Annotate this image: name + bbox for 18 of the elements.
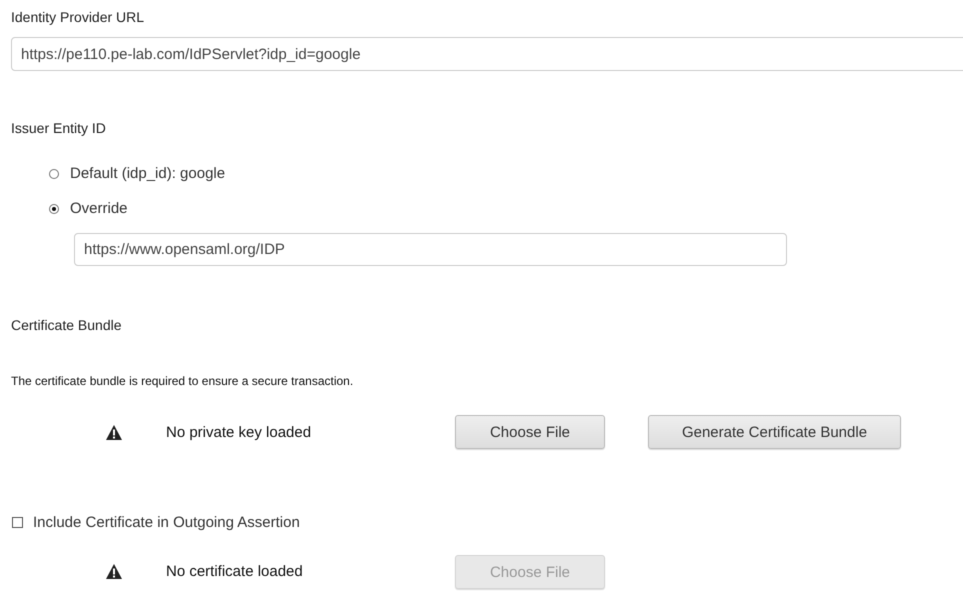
checkbox[interactable] bbox=[12, 516, 23, 528]
warning-icon bbox=[106, 564, 122, 579]
field-label: Issuer Entity ID bbox=[11, 120, 107, 138]
description-text: The certificate bundle is required to ensure a secure transaction. bbox=[11, 374, 354, 388]
warning-icon bbox=[106, 424, 122, 440]
entity-id-input[interactable]: https://www.opensaml.org/IDP bbox=[74, 233, 787, 266]
url-input[interactable]: https://pe110.pe-lab.com/IdPServlet?idp_id=google bbox=[11, 37, 963, 71]
field-label: Identity Provider URL bbox=[11, 9, 146, 27]
status-text: No certificate loaded bbox=[166, 563, 304, 580]
radio-button[interactable] bbox=[49, 204, 59, 214]
checkbox-label: Include Certificate in Outgoing Assertion bbox=[33, 514, 300, 530]
section-title: Certificate Bundle bbox=[11, 317, 123, 335]
radio-label: Override bbox=[70, 200, 128, 217]
action-button[interactable]: Generate Certificate Bundle bbox=[648, 415, 901, 449]
action-button[interactable]: Choose File bbox=[455, 415, 605, 449]
radio-label: Default (idp_id): google bbox=[70, 165, 226, 182]
status-text: No private key loaded bbox=[166, 424, 312, 440]
radio-button[interactable] bbox=[49, 168, 59, 178]
